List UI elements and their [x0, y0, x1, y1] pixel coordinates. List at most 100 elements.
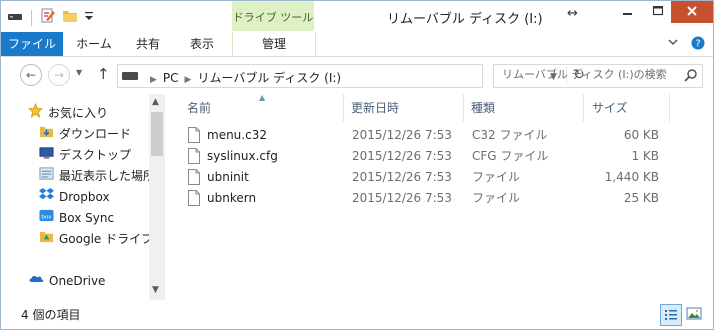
nav-item-label: お気に入り [48, 106, 109, 120]
properties-icon[interactable] [40, 8, 56, 27]
file-size: 1,440 KB [604, 170, 659, 184]
help-icon[interactable]: ? [691, 36, 705, 53]
tab-file[interactable]: ファイル [1, 32, 63, 56]
nav-item-label: デスクトップ [59, 148, 132, 162]
breadcrumb: ▶ PC ▶ リムーバブル ディスク (I:) [144, 69, 341, 86]
tab-home[interactable]: ホーム [65, 32, 123, 56]
search-box[interactable] [493, 64, 703, 88]
title-bar: ドライブ ツール リムーバブル ディスク (I:) ↔ [1, 1, 713, 31]
nav-item-label: Google ドライブ [59, 232, 154, 246]
column-header-size[interactable]: サイズ [592, 98, 628, 118]
address-bar[interactable]: ▶ PC ▶ リムーバブル ディスク (I:) ▼ ↻ [117, 64, 585, 88]
column-divider[interactable] [669, 94, 670, 122]
table-row[interactable]: menu.c32 2015/12/26 7:53 C32 ファイル 60 KB [181, 125, 701, 146]
maximize-button[interactable] [643, 1, 673, 23]
nav-item-desktop[interactable]: デスクトップ [39, 145, 131, 165]
svg-text:?: ? [695, 39, 700, 50]
forward-button[interactable]: → [48, 64, 70, 86]
file-size: 60 KB [623, 128, 659, 142]
quick-access-toolbar [7, 8, 94, 27]
scrollbar-thumb[interactable] [151, 112, 163, 156]
nav-item-dropbox[interactable]: Dropbox [39, 187, 110, 207]
resize-cursor-icon: ↔ [567, 6, 578, 21]
nav-item-label: 最近表示した場所 [59, 169, 156, 183]
minimize-button[interactable] [613, 1, 643, 23]
nav-item-label: OneDrive [49, 274, 106, 288]
search-icon[interactable] [684, 68, 698, 85]
close-button[interactable] [671, 1, 713, 23]
desktop-icon [39, 145, 54, 166]
search-input[interactable] [500, 67, 674, 82]
navigation-bar: ← → ▼ ↑ ▶ PC ▶ リムーバブル ディスク (I:) ▼ ↻ [1, 58, 713, 92]
file-type: ファイル [472, 170, 521, 184]
customize-qat-icon[interactable] [84, 10, 94, 25]
nav-item-onedrive[interactable]: OneDrive [28, 271, 105, 291]
nav-item-favorites[interactable]: お気に入り [27, 102, 109, 124]
ribbon-tab-bar: ファイル ホーム 共有 表示 管理 ? [1, 32, 713, 57]
table-row[interactable]: ubninit 2015/12/26 7:53 ファイル 1,440 KB [181, 167, 701, 188]
scroll-down-icon[interactable]: ▼ [152, 285, 159, 295]
drive-tools-context-tab: ドライブ ツール [232, 1, 314, 31]
breadcrumb-separator-icon: ▶ [184, 75, 192, 85]
explorer-window: ドライブ ツール リムーバブル ディスク (I:) ↔ ファイル ホーム 共有 … [0, 0, 714, 330]
recent-locations-dropdown[interactable]: ▼ [76, 68, 82, 77]
onedrive-icon [28, 271, 44, 292]
table-row[interactable]: syslinux.cfg 2015/12/26 7:53 CFG ファイル 1 … [181, 146, 701, 167]
details-view-button[interactable] [660, 304, 682, 326]
navigation-pane-scrollbar[interactable]: ▲ ▼ [149, 94, 165, 300]
nav-item-downloads[interactable]: ダウンロード [39, 124, 131, 144]
file-name: menu.c32 [207, 128, 267, 142]
recent-places-icon [39, 166, 54, 187]
dropbox-icon [39, 187, 54, 208]
file-type: ファイル [472, 191, 521, 205]
large-icons-view-button[interactable] [685, 305, 703, 323]
breadcrumb-pc[interactable]: PC [163, 71, 179, 85]
column-header-type[interactable]: 種類 [471, 98, 495, 118]
column-divider[interactable] [583, 94, 584, 122]
file-date: 2015/12/26 7:53 [352, 191, 452, 205]
up-button[interactable]: ↑ [97, 65, 110, 83]
google-drive-icon [39, 229, 54, 250]
nav-item-google-drive[interactable]: Google ドライブ [39, 229, 153, 249]
breadcrumb-separator-icon: ▶ [150, 75, 157, 85]
tab-view[interactable]: 表示 [173, 32, 231, 56]
column-divider[interactable] [463, 94, 464, 122]
file-icon [188, 169, 200, 188]
star-icon [27, 102, 44, 124]
qat-divider [31, 9, 32, 26]
svg-text:box: box [41, 214, 52, 220]
file-date: 2015/12/26 7:53 [352, 149, 452, 163]
column-divider[interactable] [343, 94, 344, 122]
file-type: CFG ファイル [472, 149, 549, 163]
new-folder-icon[interactable] [62, 8, 78, 27]
table-row[interactable]: ubnkern 2015/12/26 7:53 ファイル 25 KB [181, 188, 701, 209]
nav-item-label: Dropbox [59, 190, 110, 204]
details-view-icon [665, 310, 677, 320]
breadcrumb-drive[interactable]: リムーバブル ディスク (I:) [197, 71, 341, 85]
nav-item-box-sync[interactable]: box Box Sync [39, 208, 114, 228]
download-folder-icon [39, 124, 54, 145]
drive-icon [122, 72, 138, 80]
scroll-up-icon[interactable]: ▲ [152, 97, 159, 107]
window-title: リムーバブル ディスク (I:) [387, 12, 543, 27]
nav-item-label: Box Sync [59, 211, 115, 225]
tab-manage[interactable]: 管理 [232, 32, 316, 56]
file-size: 1 KB [631, 149, 659, 163]
status-bar: 4 個の項目 [1, 301, 713, 329]
file-icon [188, 190, 200, 209]
sort-ascending-icon: ▲ [259, 93, 266, 102]
file-size: 25 KB [623, 191, 659, 205]
box-sync-icon: box [39, 208, 54, 229]
column-header-date[interactable]: 更新日時 [351, 98, 399, 118]
file-icon [188, 127, 200, 146]
drive-icon[interactable] [7, 9, 23, 26]
expand-ribbon-icon[interactable] [667, 36, 679, 53]
ribbon-right-controls: ? [667, 36, 705, 53]
file-date: 2015/12/26 7:53 [352, 170, 452, 184]
back-button[interactable]: ← [20, 64, 42, 86]
nav-item-recent-places[interactable]: 最近表示した場所 [39, 166, 155, 186]
nav-item-label: ダウンロード [59, 127, 132, 141]
tab-share[interactable]: 共有 [123, 32, 173, 56]
column-header-name[interactable]: 名前 [187, 98, 211, 118]
file-name: syslinux.cfg [207, 149, 278, 163]
